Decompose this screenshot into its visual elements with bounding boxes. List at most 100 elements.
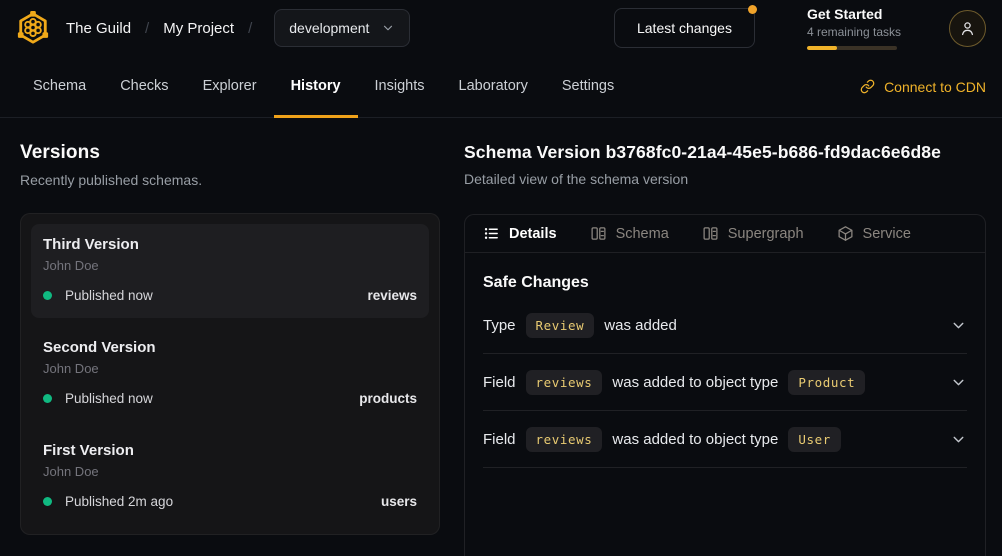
main-nav: SchemaChecksExplorerHistoryInsightsLabor… [0,56,1002,118]
version-service: reviews [367,288,417,303]
chevron-down-icon[interactable] [950,431,967,448]
published-dot-icon [43,394,52,403]
code-badge: Review [526,313,595,338]
code-badge: reviews [526,370,603,395]
detail-tab-service[interactable]: Service [837,225,911,242]
version-status: Published 2m ago [65,494,173,509]
code-badge: User [788,427,841,452]
panels-icon [702,225,719,242]
version-author: John Doe [43,464,417,479]
get-started-widget[interactable]: Get Started 4 remaining tasks [807,6,901,50]
tab-checks[interactable]: Checks [103,56,185,118]
change-text: Type [483,317,516,334]
code-badge: Product [788,370,865,395]
schema-version-panel: Schema Version b3768fc0-21a4-45e5-b686-f… [464,118,986,556]
tab-insights[interactable]: Insights [358,56,442,118]
change-row[interactable]: Field reviews was added to object type User [483,411,967,468]
chevron-down-icon[interactable] [950,317,967,334]
versions-card: Third Version John Doe Published now review… [20,213,440,535]
version-service: users [381,494,417,509]
breadcrumb: The Guild / My Project / development [66,9,410,47]
change-text: was added to object type [612,431,778,448]
notification-dot [748,5,757,14]
version-author: John Doe [43,258,417,273]
schema-version-card: Details Schema Supergraph Service Safe Chan… [464,214,986,556]
published-dot-icon [43,497,52,506]
guild-hive-logo-icon[interactable] [16,11,50,45]
connect-to-cdn-link[interactable]: Connect to CDN [860,56,986,117]
published-dot-icon [43,291,52,300]
cube-icon [837,225,854,242]
tab-history[interactable]: History [274,56,358,118]
versions-list: Third Version John Doe Published now review… [31,224,429,524]
detail-tab-schema[interactable]: Schema [590,225,669,242]
main-content: Versions Recently published schemas. Thi… [0,118,1002,556]
app-header: The Guild / My Project / development Lat… [0,0,1002,56]
version-name: First Version [43,442,417,459]
detail-tab-label: Supergraph [728,226,804,242]
get-started-progress-bar [807,46,897,50]
versions-title: Versions [20,142,440,164]
tab-schema[interactable]: Schema [16,56,103,118]
link-icon [860,79,875,94]
chevron-down-icon [381,21,395,35]
detail-tab-label: Details [509,226,557,242]
schema-version-subtitle: Detailed view of the schema version [464,171,986,187]
chevron-down-icon[interactable] [950,374,967,391]
detail-tab-label: Schema [616,226,669,242]
detail-tabs: Details Schema Supergraph Service [465,215,985,253]
get-started-subtitle: 4 remaining tasks [807,25,901,39]
version-name: Third Version [43,236,417,253]
change-text: Field [483,374,516,391]
detail-tab-supergraph[interactable]: Supergraph [702,225,804,242]
tab-explorer[interactable]: Explorer [186,56,274,118]
versions-subtitle: Recently published schemas. [20,172,440,188]
version-service: products [359,391,417,406]
schema-version-title: Schema Version b3768fc0-21a4-45e5-b686-f… [464,142,986,163]
breadcrumb-separator: / [145,20,149,37]
version-name: Second Version [43,339,417,356]
changes-list: Type Review was added Field reviews was added… [483,297,967,468]
change-description: Field reviews was added to object type User [483,427,950,452]
user-avatar[interactable] [949,10,986,47]
panels-icon [590,225,607,242]
latest-changes-label: Latest changes [637,20,732,36]
version-status: Published now [65,391,153,406]
version-status-row: Published now products [43,391,417,406]
list-icon [483,225,500,242]
change-text: Field [483,431,516,448]
header-right: Latest changes Get Started 4 remaining t… [614,6,986,50]
tab-settings[interactable]: Settings [545,56,631,118]
breadcrumb-separator: / [248,20,252,37]
tab-laboratory[interactable]: Laboratory [442,56,545,118]
change-description: Field reviews was added to object type Prod… [483,370,950,395]
change-description: Type Review was added [483,313,950,338]
version-author: John Doe [43,361,417,376]
version-list-item[interactable]: First Version John Doe Published 2m ago use… [31,430,429,524]
main-nav-tabs: SchemaChecksExplorerHistoryInsightsLabor… [16,56,631,117]
versions-panel: Versions Recently published schemas. Thi… [20,118,440,556]
detail-tab-details[interactable]: Details [483,225,557,242]
safe-changes-title: Safe Changes [483,274,967,292]
detail-content: Safe Changes Type Review was added Field rev… [465,253,985,468]
code-badge: reviews [526,427,603,452]
change-text: was added [604,317,677,334]
change-row[interactable]: Field reviews was added to object type Prod… [483,354,967,411]
target-select-value: development [289,20,369,36]
person-icon [958,19,977,38]
change-text: was added to object type [612,374,778,391]
version-list-item[interactable]: Third Version John Doe Published now review… [31,224,429,318]
detail-tab-label: Service [863,226,911,242]
target-select[interactable]: development [274,9,410,47]
version-status: Published now [65,288,153,303]
version-status-row: Published 2m ago users [43,494,417,509]
connect-to-cdn-label: Connect to CDN [884,79,986,95]
change-row[interactable]: Type Review was added [483,297,967,354]
version-status-row: Published now reviews [43,288,417,303]
get-started-progress-fill [807,46,837,50]
version-list-item[interactable]: Second Version John Doe Published now produ… [31,327,429,421]
get-started-title: Get Started [807,6,901,22]
breadcrumb-project[interactable]: My Project [163,20,234,37]
latest-changes-button[interactable]: Latest changes [614,8,755,48]
breadcrumb-org[interactable]: The Guild [66,20,131,37]
